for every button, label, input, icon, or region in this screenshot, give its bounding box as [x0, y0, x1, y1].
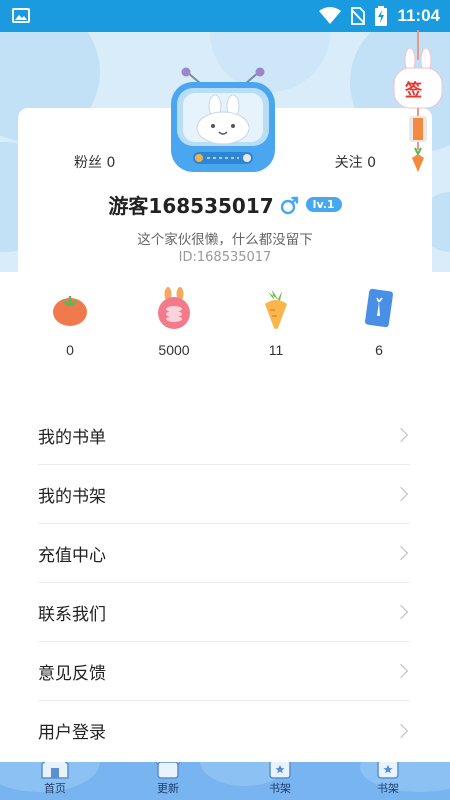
- menu-item-label: 联系我们: [38, 604, 106, 625]
- coin-jar-icon: [158, 287, 190, 329]
- tomato-icon: [53, 296, 87, 326]
- nav-item-update[interactable]: 更新: [138, 762, 198, 796]
- bottom-nav: 首页 更新 书架 书架: [0, 762, 450, 800]
- male-icon: [280, 196, 298, 214]
- level-badge: lv.1: [305, 197, 342, 212]
- sign-in-label[interactable]: 签: [405, 76, 422, 101]
- battery-charging-icon: [375, 6, 388, 26]
- chevron-right-icon: [393, 604, 409, 620]
- menu-item-label: 用户登录: [38, 723, 106, 743]
- status-bar: 11:04: [0, 0, 450, 32]
- menu-item-bookshelf[interactable]: 我的书架: [38, 465, 410, 524]
- fans-count[interactable]: 粉丝 0: [74, 152, 115, 172]
- sign-in-charm[interactable]: [388, 30, 448, 180]
- chevron-right-icon: [393, 545, 409, 561]
- nav-label: 书架: [377, 782, 399, 795]
- stat-value: 6: [375, 342, 383, 358]
- stat-tomato[interactable]: 0: [30, 286, 110, 358]
- bookshelf-icon: [269, 762, 291, 779]
- stat-value: 5000: [158, 342, 190, 358]
- username-row: 游客168535017 lv.1: [18, 190, 432, 219]
- bookshelf-icon: [377, 762, 399, 779]
- menu-item-feedback[interactable]: 意见反馈: [38, 642, 410, 701]
- nav-label: 首页: [44, 782, 66, 795]
- stats-row: 0 5000 11 6: [18, 286, 432, 366]
- chevron-right-icon: [393, 723, 409, 738]
- user-id: ID:168535017: [178, 250, 272, 265]
- menu-item-label: 我的书单: [38, 427, 106, 448]
- user-bio: 这个家伙很懒，什么都没留下: [137, 232, 313, 248]
- stat-coin-jar[interactable]: 5000: [134, 286, 214, 358]
- menu-item-label: 意见反馈: [38, 663, 106, 684]
- wifi-icon: [319, 7, 342, 24]
- no-sim-icon: [351, 7, 366, 25]
- stat-carrot[interactable]: 11: [236, 286, 316, 358]
- home-icon: [41, 762, 69, 779]
- menu-item-recharge[interactable]: 充值中心: [38, 524, 410, 583]
- menu-item-contact[interactable]: 联系我们: [38, 583, 410, 642]
- nav-label: 更新: [157, 782, 179, 795]
- nav-item-home[interactable]: 首页: [25, 762, 85, 796]
- stat-card[interactable]: 6: [339, 286, 419, 358]
- stat-value: 11: [268, 342, 284, 358]
- gallery-icon: [12, 8, 30, 23]
- menu-item-label: 我的书架: [38, 486, 106, 507]
- menu-item-label: 充值中心: [38, 545, 106, 566]
- follow-count[interactable]: 关注 0: [335, 152, 376, 172]
- nav-item-bookshelf-2[interactable]: 书架: [358, 762, 418, 796]
- stat-value: 0: [66, 342, 74, 358]
- username: 游客168535017: [108, 194, 274, 218]
- update-icon: [155, 762, 181, 779]
- nav-item-bookshelf[interactable]: 书架: [250, 762, 310, 796]
- chevron-right-icon: [393, 427, 409, 443]
- menu-item-login[interactable]: 用户登录: [38, 701, 410, 760]
- menu-item-booklist[interactable]: 我的书单: [38, 406, 410, 465]
- chevron-right-icon: [393, 486, 409, 502]
- card-icon: [364, 288, 394, 328]
- settings-menu: 我的书单 我的书架 充值中心 联系我们 意见反馈 用户登录: [38, 406, 410, 760]
- chevron-right-icon: [393, 663, 409, 679]
- avatar[interactable]: [163, 66, 283, 178]
- carrot-icon: [265, 290, 287, 329]
- status-time: 11:04: [397, 6, 440, 25]
- nav-label: 书架: [269, 782, 291, 795]
- status-icons: 11:04: [319, 0, 440, 32]
